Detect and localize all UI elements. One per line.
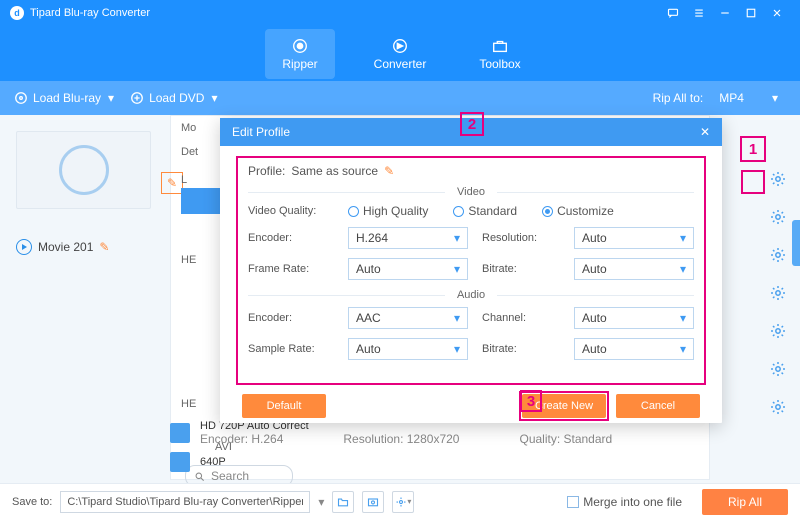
encoder-label: Encoder: — [248, 232, 348, 244]
video-encoder-select[interactable]: H.264▾ — [348, 227, 468, 249]
video-section-label: Video — [445, 186, 497, 198]
save-path-input[interactable] — [60, 491, 310, 513]
gear-icon[interactable] — [770, 171, 786, 187]
audio-section-label: Audio — [445, 289, 497, 301]
annotation-gear-highlight — [741, 170, 765, 194]
channel-label: Channel: — [482, 312, 574, 324]
gear-icon[interactable] — [770, 399, 786, 415]
plus-circle-icon — [130, 91, 144, 105]
menu-icon[interactable] — [686, 0, 712, 26]
close-icon[interactable]: ✕ — [700, 125, 710, 139]
list-item[interactable]: 640P — [170, 449, 730, 475]
merge-checkbox[interactable]: Merge into one file — [567, 495, 682, 509]
chevron-down-icon: ▾ — [108, 91, 114, 105]
app-logo: d — [10, 6, 24, 20]
radio-customize[interactable]: Customize — [542, 204, 614, 218]
edit-box-icon[interactable]: ✎ — [161, 172, 183, 194]
chevron-down-icon: ▾ — [772, 91, 778, 105]
minimize-icon[interactable] — [712, 0, 738, 26]
rip-all-button[interactable]: Rip All — [702, 489, 788, 515]
settings-column — [770, 171, 786, 415]
play-icon[interactable] — [16, 239, 32, 255]
load-dvd-button[interactable]: Load DVD ▾ — [130, 91, 217, 105]
framerate-select[interactable]: Auto▾ — [348, 258, 468, 280]
audio-bitrate-select[interactable]: Auto▾ — [574, 338, 694, 360]
snapshot-button[interactable] — [362, 491, 384, 513]
movie-row[interactable]: Movie 201 ✎ — [16, 239, 161, 255]
video-quality-label: Video Quality: — [248, 205, 348, 217]
disc-panel: Movie 201 ✎ — [16, 131, 161, 255]
preset-icon — [170, 423, 190, 443]
titlebar: d Tipard Blu-ray Converter — [0, 0, 800, 26]
feedback-icon[interactable] — [660, 0, 686, 26]
framerate-label: Frame Rate: — [248, 263, 348, 275]
chevron-down-icon[interactable]: ▾ — [318, 495, 324, 509]
disc-icon — [14, 91, 28, 105]
rip-all-to: Rip All to: MP4 ▾ — [653, 88, 786, 108]
disc-thumbnail — [16, 131, 151, 209]
annotation-3: 3 — [520, 390, 542, 412]
bitrate-label: Bitrate: — [482, 263, 574, 275]
close-icon[interactable] — [764, 0, 790, 26]
edit-profile-modal: Edit Profile ✕ Profile: Same as source ✎… — [220, 118, 722, 423]
gear-icon[interactable] — [770, 323, 786, 339]
main-nav: Ripper Converter Toolbox — [0, 26, 800, 81]
maximize-icon[interactable] — [738, 0, 764, 26]
checkbox-icon — [567, 496, 579, 508]
samplerate-label: Sample Rate: — [248, 343, 348, 355]
audio-encoder-label: Encoder: — [248, 312, 348, 324]
profile-label: Profile: — [248, 164, 285, 178]
pencil-icon[interactable]: ✎ — [384, 164, 394, 178]
tab-converter[interactable]: Converter — [365, 29, 435, 79]
radio-high-quality[interactable]: High Quality — [348, 204, 428, 218]
radio-standard[interactable]: Standard — [453, 204, 517, 218]
audio-encoder-select[interactable]: AAC▾ — [348, 307, 468, 329]
gear-icon[interactable] — [770, 361, 786, 377]
video-bitrate-select[interactable]: Auto▾ — [574, 258, 694, 280]
open-folder-button[interactable] — [332, 491, 354, 513]
record-icon — [291, 37, 309, 55]
resolution-select[interactable]: Auto▾ — [574, 227, 694, 249]
cancel-button[interactable]: Cancel — [616, 394, 700, 418]
tab-ripper[interactable]: Ripper — [265, 29, 335, 79]
toolbar: Load Blu-ray ▾ Load DVD ▾ Rip All to: MP… — [0, 81, 800, 115]
convert-icon — [391, 37, 409, 55]
load-bluray-button[interactable]: Load Blu-ray ▾ — [14, 91, 114, 105]
modal-title: Edit Profile — [232, 125, 290, 139]
audio-bitrate-label: Bitrate: — [482, 343, 574, 355]
annotation-1: 1 — [740, 136, 766, 162]
profile-settings-box: Profile: Same as source ✎ Video Video Qu… — [236, 156, 706, 385]
preset-icon — [170, 452, 190, 472]
chevron-down-icon: ▾ — [211, 91, 217, 105]
save-to-label: Save to: — [12, 496, 52, 508]
profile-value: Same as source — [291, 164, 378, 178]
toolbox-icon — [491, 37, 509, 55]
expand-handle[interactable] — [792, 220, 800, 266]
gear-icon[interactable] — [770, 209, 786, 225]
channel-select[interactable]: Auto▾ — [574, 307, 694, 329]
tab-toolbox[interactable]: Toolbox — [465, 29, 535, 79]
settings-button[interactable]: ▾ — [392, 491, 414, 513]
resolution-label: Resolution: — [482, 232, 574, 244]
annotation-2: 2 — [460, 112, 484, 136]
default-button[interactable]: Default — [242, 394, 326, 418]
samplerate-select[interactable]: Auto▾ — [348, 338, 468, 360]
save-bar: Save to: ▾ ▾ Merge into one file Rip All — [0, 483, 800, 519]
gear-icon[interactable] — [770, 285, 786, 301]
format-select[interactable]: MP4 ▾ — [711, 88, 786, 108]
gear-icon[interactable] — [770, 247, 786, 263]
app-title: Tipard Blu-ray Converter — [30, 7, 660, 19]
pencil-icon[interactable]: ✎ — [99, 240, 109, 254]
